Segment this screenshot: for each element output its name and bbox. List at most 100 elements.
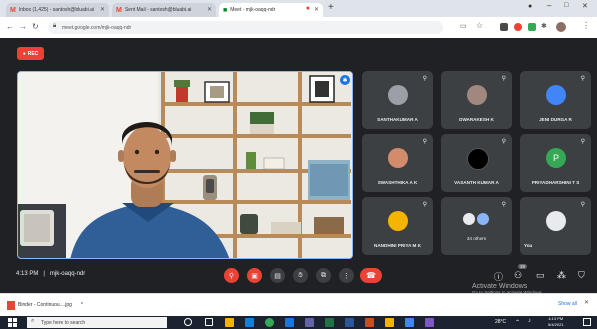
avatar (388, 85, 408, 105)
notifications-icon[interactable] (583, 318, 591, 326)
participant-tile[interactable]: ⚲ JENI DURGA R (520, 71, 591, 129)
taskbar-clock[interactable]: 4:13 PM 5/4/2021 (548, 316, 564, 328)
others-tile[interactable]: ⚲ 34 others (441, 197, 512, 255)
leave-call-button[interactable]: ☎︎ (360, 268, 382, 283)
avatar (467, 148, 489, 170)
camera-in-use-icon[interactable]: ▭ (460, 22, 467, 30)
people-icon[interactable]: ⚇ (514, 270, 522, 281)
participant-name: VASANTH KUMAR A (454, 180, 499, 185)
self-tile[interactable]: ⚲ You (520, 197, 591, 255)
meet-icon: ■ (223, 6, 228, 14)
edge-icon[interactable] (245, 318, 254, 327)
download-file-name: Binder - Continuou....jpg (18, 302, 72, 308)
chrome-icon[interactable] (265, 318, 274, 327)
participant-tile[interactable]: ⚲ NANDHINI PRIYA M K (362, 197, 433, 255)
account-circle-icon[interactable]: ● (528, 3, 532, 10)
activities-icon[interactable]: ⁂ (557, 270, 566, 281)
taskbar-search-input[interactable]: ⌕ Type here to search (27, 317, 167, 328)
chevron-up-icon[interactable]: ^ (81, 302, 83, 308)
forward-arrow-icon[interactable]: → (19, 22, 27, 31)
url-text: meet.google.com/mjk-oaqq-ndr (62, 24, 132, 31)
network-icon[interactable]: ⌃ (515, 319, 520, 326)
weather-widget[interactable]: 28°C (495, 319, 506, 325)
mic-muted-icon: ⚲ (580, 202, 585, 208)
participant-name: SANTHAKUMAR A (377, 117, 418, 122)
windows-start-icon[interactable] (8, 318, 17, 327)
meeting-code: mjk-oaqq-ndr (49, 271, 86, 277)
teams-icon[interactable] (305, 318, 314, 327)
close-icon[interactable]: ✕ (584, 299, 589, 306)
avatar (467, 85, 487, 105)
participant-tile[interactable]: ⚲ DWARAKESH K (441, 71, 512, 129)
mic-muted-icon: ⚲ (422, 202, 427, 208)
tab-inbox[interactable]: M Inbox (1,425) - santosh@bluabi.ai ✕ (6, 3, 109, 17)
task-view-icon[interactable] (205, 318, 213, 326)
minimize-button[interactable]: – (547, 1, 551, 10)
avatar (546, 211, 566, 231)
main-speaker-tile[interactable]: ✱ (17, 71, 353, 259)
url-input[interactable]: 🔒︎ meet.google.com/mjk-oaqq-ndr (48, 21, 443, 34)
new-tab-button[interactable]: + (328, 2, 334, 13)
participant-tile[interactable]: ⚲ SANTHAKUMAR A (362, 71, 433, 129)
mic-muted-icon: ⚲ (501, 76, 506, 82)
camera-toggle-button[interactable]: ▣ (247, 268, 262, 283)
clock-date: 5/4/2021 (548, 322, 564, 327)
menu-dots-icon[interactable]: ⋮ (582, 21, 590, 30)
tab-meet[interactable]: ■ Meet - mjk-oaqq-ndr ● ✕ (219, 3, 323, 17)
show-all-link[interactable]: Show all (558, 301, 577, 307)
address-toolbar: ← → ↻ 🔒︎ meet.google.com/mjk-oaqq-ndr ▭ … (0, 17, 597, 39)
extension-icon[interactable] (500, 23, 508, 31)
windows-taskbar: ⌕ Type here to search 28°C ⌃ ♪ 4:13 PM 5… (0, 316, 597, 329)
participant-count-badge: 39 (518, 264, 528, 269)
mic-muted-icon: ⚲ (422, 76, 427, 82)
more-options-button[interactable]: ⋮ (339, 268, 354, 283)
powerpoint-icon[interactable] (365, 318, 374, 327)
download-item[interactable]: Binder - Continuou....jpg ^ (7, 298, 83, 312)
participant-tile[interactable]: ⚲ SWASHTHIKA A K (362, 134, 433, 192)
participant-name: You (524, 243, 533, 248)
app-icon[interactable] (385, 318, 394, 327)
meeting-time: 4:13 PM (16, 271, 39, 277)
gmail-icon: M (10, 6, 16, 14)
raise-hand-button[interactable]: ✋︎ (293, 268, 308, 283)
more-vert-icon: ⋮ (343, 272, 350, 280)
close-icon[interactable]: ✕ (100, 6, 105, 13)
app-icon[interactable] (405, 318, 414, 327)
maximize-button[interactable]: □ (564, 2, 568, 9)
mic-toggle-button[interactable]: ⚲ (224, 268, 239, 283)
excel-icon[interactable] (325, 318, 334, 327)
close-window-button[interactable]: ✕ (582, 2, 588, 10)
downloads-bar: Binder - Continuou....jpg ^ Show all ✕ (0, 293, 597, 317)
volume-icon[interactable]: ♪ (528, 318, 531, 324)
app-icon[interactable] (425, 318, 434, 327)
avatar (463, 213, 475, 225)
present-button[interactable]: ⧉ (316, 268, 331, 283)
word-icon[interactable] (345, 318, 354, 327)
close-icon[interactable]: ✕ (314, 6, 319, 13)
lock-icon: 🔒︎ (53, 23, 57, 29)
tab-sent-mail[interactable]: M Sent Mail - santosh@bluabi.ai ✕ (112, 3, 216, 17)
file-explorer-icon[interactable] (225, 318, 234, 327)
mic-muted-icon: ⚲ (580, 139, 585, 145)
participant-tile[interactable]: ⚲ VASANTH KUMAR A (441, 134, 512, 192)
participant-name: SWASHTHIKA A K (377, 180, 418, 185)
meeting-details: 4:13 PM | mjk-oaqq-ndr (16, 271, 85, 277)
close-icon[interactable]: ✕ (207, 6, 212, 13)
mic-muted-icon: ⚲ (501, 202, 506, 208)
cortana-icon[interactable] (184, 318, 192, 326)
avatar[interactable] (556, 22, 566, 32)
shield-icon[interactable]: ⛉ (578, 270, 585, 281)
participant-tile[interactable]: ⚲ P PRIYADHARSHINI T S (520, 134, 591, 192)
bookmark-star-icon[interactable]: ☆ (476, 21, 483, 30)
captions-icon: ▤ (274, 272, 281, 280)
extension-icon[interactable] (514, 23, 522, 31)
extension-icon[interactable] (528, 23, 536, 31)
tab-title: Inbox (1,425) - santosh@bluabi.ai (18, 7, 94, 13)
reload-icon[interactable]: ↻ (32, 22, 39, 31)
back-arrow-icon[interactable]: ← (6, 22, 14, 31)
puzzle-icon[interactable]: ✱ (541, 22, 547, 30)
info-icon[interactable]: ⓘ (494, 270, 503, 283)
chat-icon[interactable]: ▭ (536, 270, 545, 281)
captions-button[interactable]: ▤ (270, 268, 285, 283)
mail-icon[interactable] (285, 318, 294, 327)
